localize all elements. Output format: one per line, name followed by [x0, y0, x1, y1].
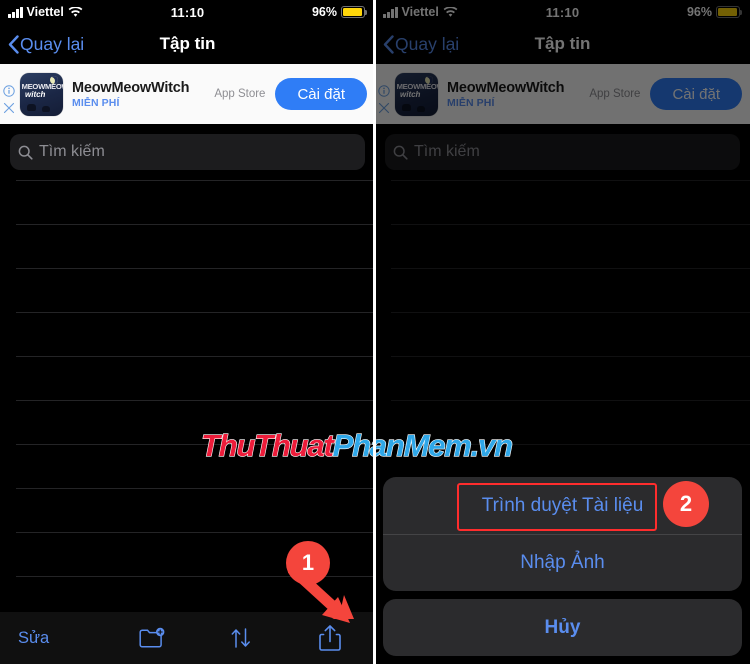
edit-button[interactable]: Sửa	[0, 629, 107, 648]
ad-store-label: App Store	[214, 88, 266, 100]
ad-icon-text-bottom: witch	[25, 89, 46, 99]
list-item[interactable]	[0, 180, 375, 224]
app-store-ad-banner[interactable]: MEOWMEOW witch MeowMeowWitch MIỄN PHÍ Ap…	[0, 64, 375, 124]
share-upload-icon	[319, 624, 342, 652]
search-placeholder: Tìm kiếm	[39, 143, 105, 160]
share-button[interactable]	[286, 624, 375, 652]
sort-button[interactable]	[197, 627, 286, 649]
search-icon	[18, 145, 33, 160]
step-badge-2-label: 2	[679, 491, 693, 516]
screen-left-files-list: Viettel 11:10 96% Quay lại Tập tin MEOWM…	[0, 0, 375, 664]
ad-price-label: MIỄN PHÍ	[72, 96, 120, 109]
search-input[interactable]: Tìm kiếm	[10, 134, 365, 170]
watermark-part-blue: PhanMem.vn	[332, 427, 514, 463]
cat-silhouette-icon-2	[42, 105, 50, 112]
new-folder-button[interactable]	[107, 627, 196, 649]
info-circle-icon[interactable]	[3, 84, 15, 97]
list-item[interactable]	[0, 312, 375, 356]
action-sheet-item-import-photo[interactable]: Nhập Ảnh	[383, 534, 742, 591]
battery-percent-label: 96%	[311, 5, 337, 19]
install-button[interactable]: Cài đặt	[275, 78, 367, 110]
list-item[interactable]	[0, 356, 375, 400]
step-badge-2: 2	[663, 481, 709, 527]
search-bar-container-left: Tìm kiếm	[0, 124, 375, 180]
screenshot-stage: Viettel 11:10 96% Quay lại Tập tin MEOWM…	[0, 0, 750, 664]
navigation-bar-left: Quay lại Tập tin	[0, 24, 375, 64]
status-bar-battery-group: 96%	[311, 5, 368, 19]
ad-text-block: MeowMeowWitch MIỄN PHÍ	[72, 80, 189, 109]
ad-app-name: MeowMeowWitch	[72, 79, 190, 96]
pointer-arrow-1	[288, 567, 354, 623]
watermark: ThuThuatPhanMem.vn	[200, 427, 514, 464]
list-item[interactable]	[0, 268, 375, 312]
sort-arrows-icon	[229, 627, 253, 649]
screen-right-action-sheet: Viettel 11:10 96% Quay lại Tập tin	[375, 0, 750, 664]
ad-side-controls	[0, 64, 18, 124]
ad-app-icon: MEOWMEOW witch	[20, 72, 63, 116]
list-item[interactable]	[0, 488, 375, 532]
action-sheet-cancel-button[interactable]: Hủy	[383, 599, 742, 656]
panel-divider	[373, 0, 376, 664]
folder-plus-icon	[139, 627, 165, 649]
watermark-part-red: ThuThuat	[200, 427, 334, 463]
battery-icon	[341, 6, 368, 18]
page-title: Tập tin	[159, 34, 216, 53]
list-item[interactable]	[0, 224, 375, 268]
close-x-icon[interactable]	[3, 101, 15, 113]
cat-silhouette-icon	[27, 103, 36, 111]
status-bar-left: Viettel 11:10 96%	[0, 0, 375, 24]
